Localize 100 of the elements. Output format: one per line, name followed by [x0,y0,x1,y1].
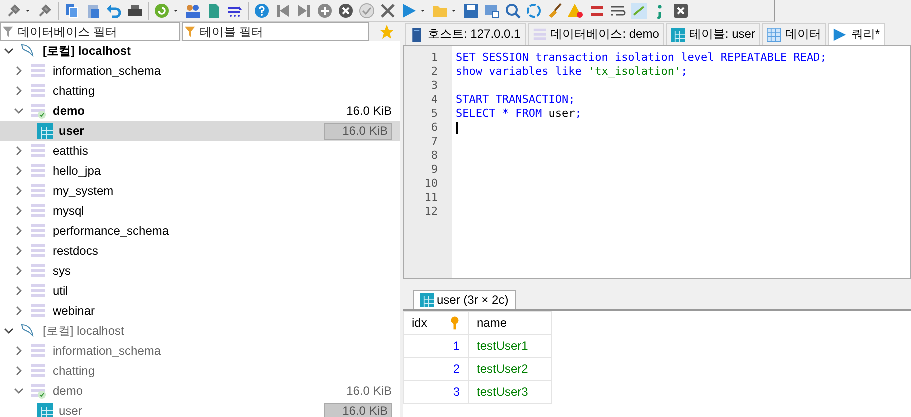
expand-icon[interactable] [14,206,24,216]
line-number: 4 [430,93,439,107]
column-title: idx [412,316,428,330]
users-icon[interactable] [185,2,201,18]
line-number: 1 [430,51,439,65]
database-label[interactable]: demo [53,104,86,118]
result-tab[interactable]: user (3r × 2c) [413,290,516,309]
close-icon[interactable] [673,2,689,18]
line-number: 5 [430,107,439,121]
column-header[interactable]: idx [404,312,468,334]
tab[interactable]: 데이터베이스: demo [528,23,664,45]
broom-icon[interactable] [547,2,563,18]
warning-icon[interactable] [568,2,584,18]
line-number: 11 [424,191,439,205]
tab[interactable]: 테이블: user [666,23,760,45]
key-icon [450,316,460,330]
line-number: 8 [430,149,439,163]
line-number: 10 [424,177,439,191]
database-label[interactable]: performance_schema [53,224,170,238]
last-icon[interactable] [296,2,312,18]
undo-icon[interactable] [106,2,122,18]
line-number: 2 [430,65,439,79]
expand-icon[interactable] [14,286,24,296]
database-label[interactable]: chatting [53,364,96,378]
copy-icon[interactable] [64,2,80,18]
tab[interactable]: 호스트: 127.0.0.1 [405,23,526,45]
expand-icon[interactable] [14,226,24,236]
size-label: 16.0 KiB [346,104,392,118]
refresh-icon[interactable] [154,2,170,18]
expand-icon[interactable] [14,306,24,316]
table-icon [420,293,434,307]
line-number: 3 [430,79,439,93]
server-label[interactable]: [로컬] localhost [43,322,124,340]
monitor-icon[interactable] [484,2,500,18]
table-filter-field[interactable]: 테이블 필터 [182,22,369,41]
code-line: SELECT * FROM user; [456,107,582,121]
expand-icon[interactable] [14,346,24,356]
expand-icon[interactable] [14,246,24,256]
table-cell: 1 [404,334,468,358]
code-line: show variables like 'tx_isolation'; [456,65,688,79]
help-icon[interactable] [254,2,270,18]
expand-icon[interactable] [14,66,24,76]
table-cell: testUser1 [468,334,552,358]
database-label[interactable]: util [53,284,68,298]
csv-file-icon[interactable] [206,2,222,18]
database-label[interactable]: information_schema [53,344,162,358]
collapse-icon[interactable] [14,386,24,396]
expand-icon[interactable] [14,166,24,176]
size-bar: 16.0 KiB [324,402,392,417]
server-label[interactable]: [로컬] localhost [43,42,132,60]
table-label[interactable]: user [59,404,82,417]
table-cell: 2 [404,358,468,380]
expand-icon[interactable] [14,86,24,96]
save-icon[interactable] [463,2,479,18]
reload-icon[interactable] [526,2,542,18]
play-icon [833,28,848,42]
expand-icon[interactable] [14,366,24,376]
close-circle-icon[interactable] [338,2,354,18]
expand-icon[interactable] [14,266,24,276]
table-icon [671,28,686,42]
database-label[interactable]: restdocs [53,244,98,258]
table-cell: testUser3 [468,380,552,404]
line-number: 6 [430,121,439,135]
star-icon[interactable] [379,24,395,40]
database-label[interactable]: webinar [53,304,96,318]
database-label[interactable]: mysql [53,204,84,218]
check-circle-icon[interactable] [359,2,375,18]
printer-icon[interactable] [127,2,143,18]
collapse-icon[interactable] [4,326,14,336]
tab[interactable]: 데이터 [762,23,826,45]
expand-icon[interactable] [14,186,24,196]
column-header[interactable]: name [468,312,552,334]
expand-icon[interactable] [14,146,24,156]
collapse-icon[interactable] [14,106,24,116]
plus-icon[interactable] [317,2,333,18]
table-cell: testUser2 [468,358,552,380]
database-label[interactable]: hello_jpa [53,164,102,178]
tab[interactable]: 쿼리* [828,23,886,45]
table-label[interactable]: user [59,124,84,138]
selected-tree-row[interactable]: user 16.0 KiB [0,121,400,141]
first-icon[interactable] [275,2,291,18]
database-filter-field[interactable]: 데이터베이스 필터 [0,22,180,41]
size-bar: 16.0 KiB [324,122,392,140]
table-icon [37,403,53,417]
search-icon[interactable] [505,2,521,18]
database-label[interactable]: demo [53,384,84,398]
line-number: 12 [424,205,439,219]
size-label: 16.0 KiB [346,384,392,398]
database-label[interactable]: sys [53,264,71,278]
collapse-icon[interactable] [4,46,14,56]
database-label[interactable]: chatting [53,84,96,98]
x-icon[interactable] [380,2,396,18]
play-icon[interactable] [401,2,417,18]
database-label[interactable]: information_schema [53,64,162,78]
database-label[interactable]: eatthis [53,144,88,158]
table-cell: 3 [404,380,468,404]
sql-editor[interactable]: 1 2 3 4 5 6 7 8 9 10 11 12 SET SESSION transaction isolation level REPEATABLE READ; show variables like 'tx_isolation'; START TRANSACTION; SELECT * FROM user; [403,45,911,279]
grid-icon [767,28,782,42]
database-label[interactable]: my_system [53,184,114,198]
paste-icon[interactable] [85,2,101,18]
